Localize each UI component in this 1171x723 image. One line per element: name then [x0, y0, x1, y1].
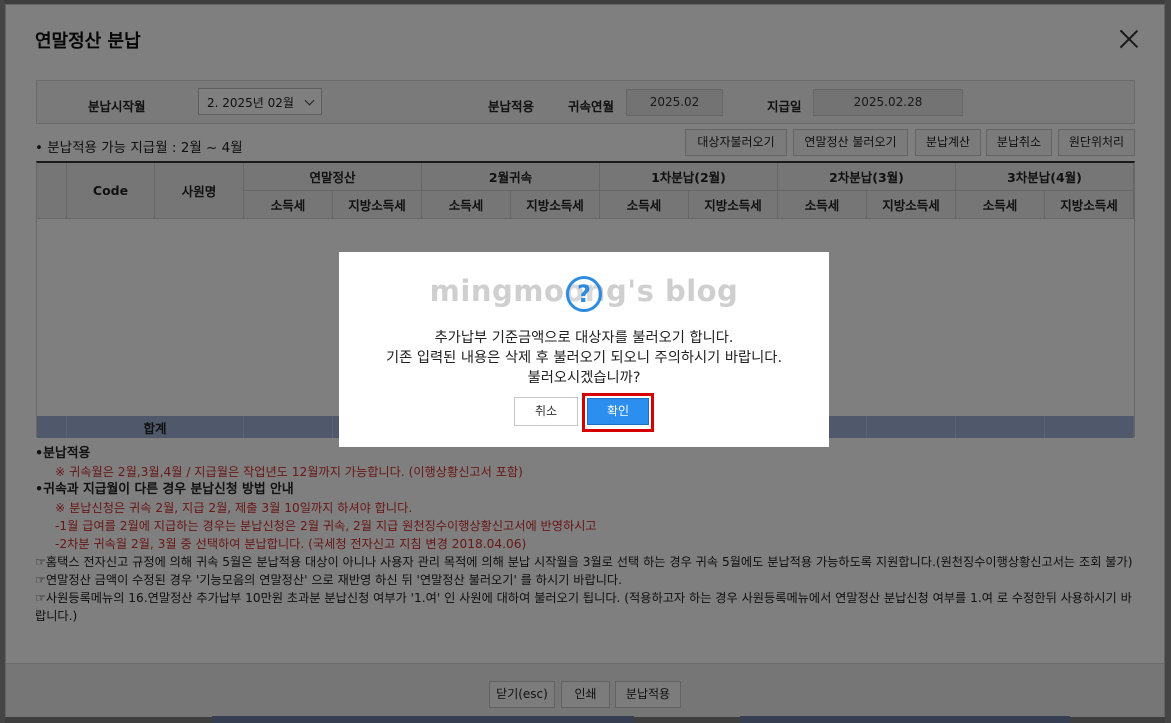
confirm-dialog: mingmoong's blog ? 추가납부 기준금액으로 대상자를 불러오기…: [339, 252, 829, 447]
dialog-message: 추가납부 기준금액으로 대상자를 불러오기 합니다. 기존 입력된 내용은 삭제…: [339, 328, 829, 388]
question-icon: ?: [566, 276, 602, 312]
dialog-message-line: 불러오시겠습니까?: [527, 370, 641, 386]
dialog-confirm-button[interactable]: 확인: [587, 398, 649, 425]
dialog-message-line: 추가납부 기준금액으로 대상자를 불러오기 합니다.: [434, 330, 734, 346]
dialog-cancel-button[interactable]: 취소: [514, 397, 578, 426]
dialog-message-line: 기존 입력된 내용은 삭제 후 불러오기 되오니 주의하시기 바랍니다.: [385, 350, 783, 366]
